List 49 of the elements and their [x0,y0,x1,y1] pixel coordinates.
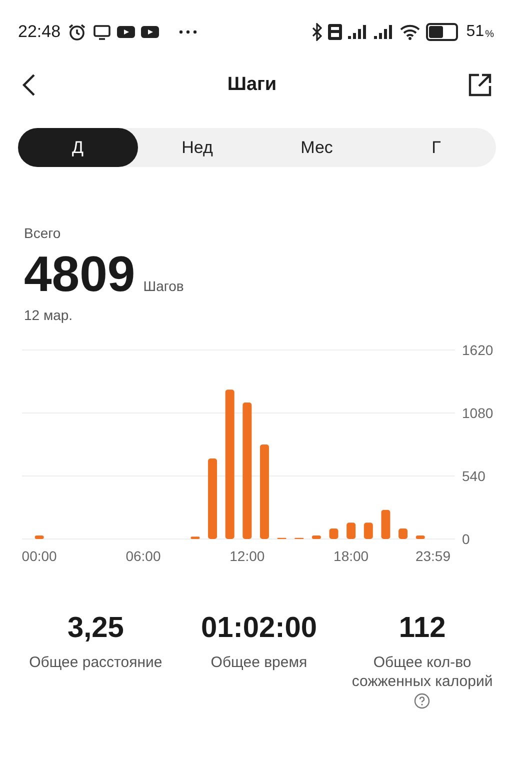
period-tab[interactable]: Д [18,128,138,167]
battery-icon [426,23,458,41]
stat-label: Общее расстояние [29,653,162,672]
step-bar [364,522,373,539]
status-time: 22:48 [18,22,61,42]
signal-icon [348,25,368,39]
step-bar [329,528,338,539]
stat-label: Общее время [210,653,308,672]
signal-icon [374,25,394,39]
step-bar [416,536,425,539]
video-play-icon [116,25,135,39]
period-tab[interactable]: Мес [257,128,376,167]
bluetooth-icon [312,23,322,41]
video-play-icon [140,25,159,39]
monitor-icon [92,24,111,40]
step-bar [190,536,200,539]
stat-value: 01:02:00 [200,612,318,645]
y-axis-label: 1620 [462,342,494,358]
share-icon[interactable] [468,73,492,97]
total-caption: Всего [24,225,62,241]
stat-value: 112 [398,612,446,645]
more-dots-icon [178,30,197,34]
x-axis-label: 12:00 [230,548,265,564]
period-tab[interactable]: Г [376,128,496,167]
help-icon[interactable] [414,693,430,709]
alarm-clock-icon [66,23,87,41]
step-bar [381,510,390,539]
stat-value: 3,25 [67,612,124,645]
step-bar [398,528,408,539]
x-axis-label: 18:00 [334,548,369,564]
x-axis-label: 06:00 [126,548,161,564]
step-bar [34,536,44,539]
wifi-icon [400,24,420,40]
step-count: 4809 [24,247,136,301]
back-icon[interactable] [22,73,36,97]
date-label: 12 мар. [24,307,74,323]
stat-label: Общее кол-во сожженных калорий [350,653,494,691]
step-bar [346,522,356,539]
y-axis-label: 540 [462,468,486,484]
step-unit: Шагов [143,278,184,294]
x-axis-label: 23:59 [415,548,451,564]
battery-percent: 51 [466,23,484,41]
y-axis-label: 0 [462,531,470,547]
x-axis-label: 00:00 [22,548,57,564]
period-tab[interactable]: Нед [138,128,257,167]
percent-sign: % [485,29,494,40]
step-bar [312,536,321,539]
y-axis-label: 1080 [462,405,494,421]
page-title: Шаги [227,74,277,96]
